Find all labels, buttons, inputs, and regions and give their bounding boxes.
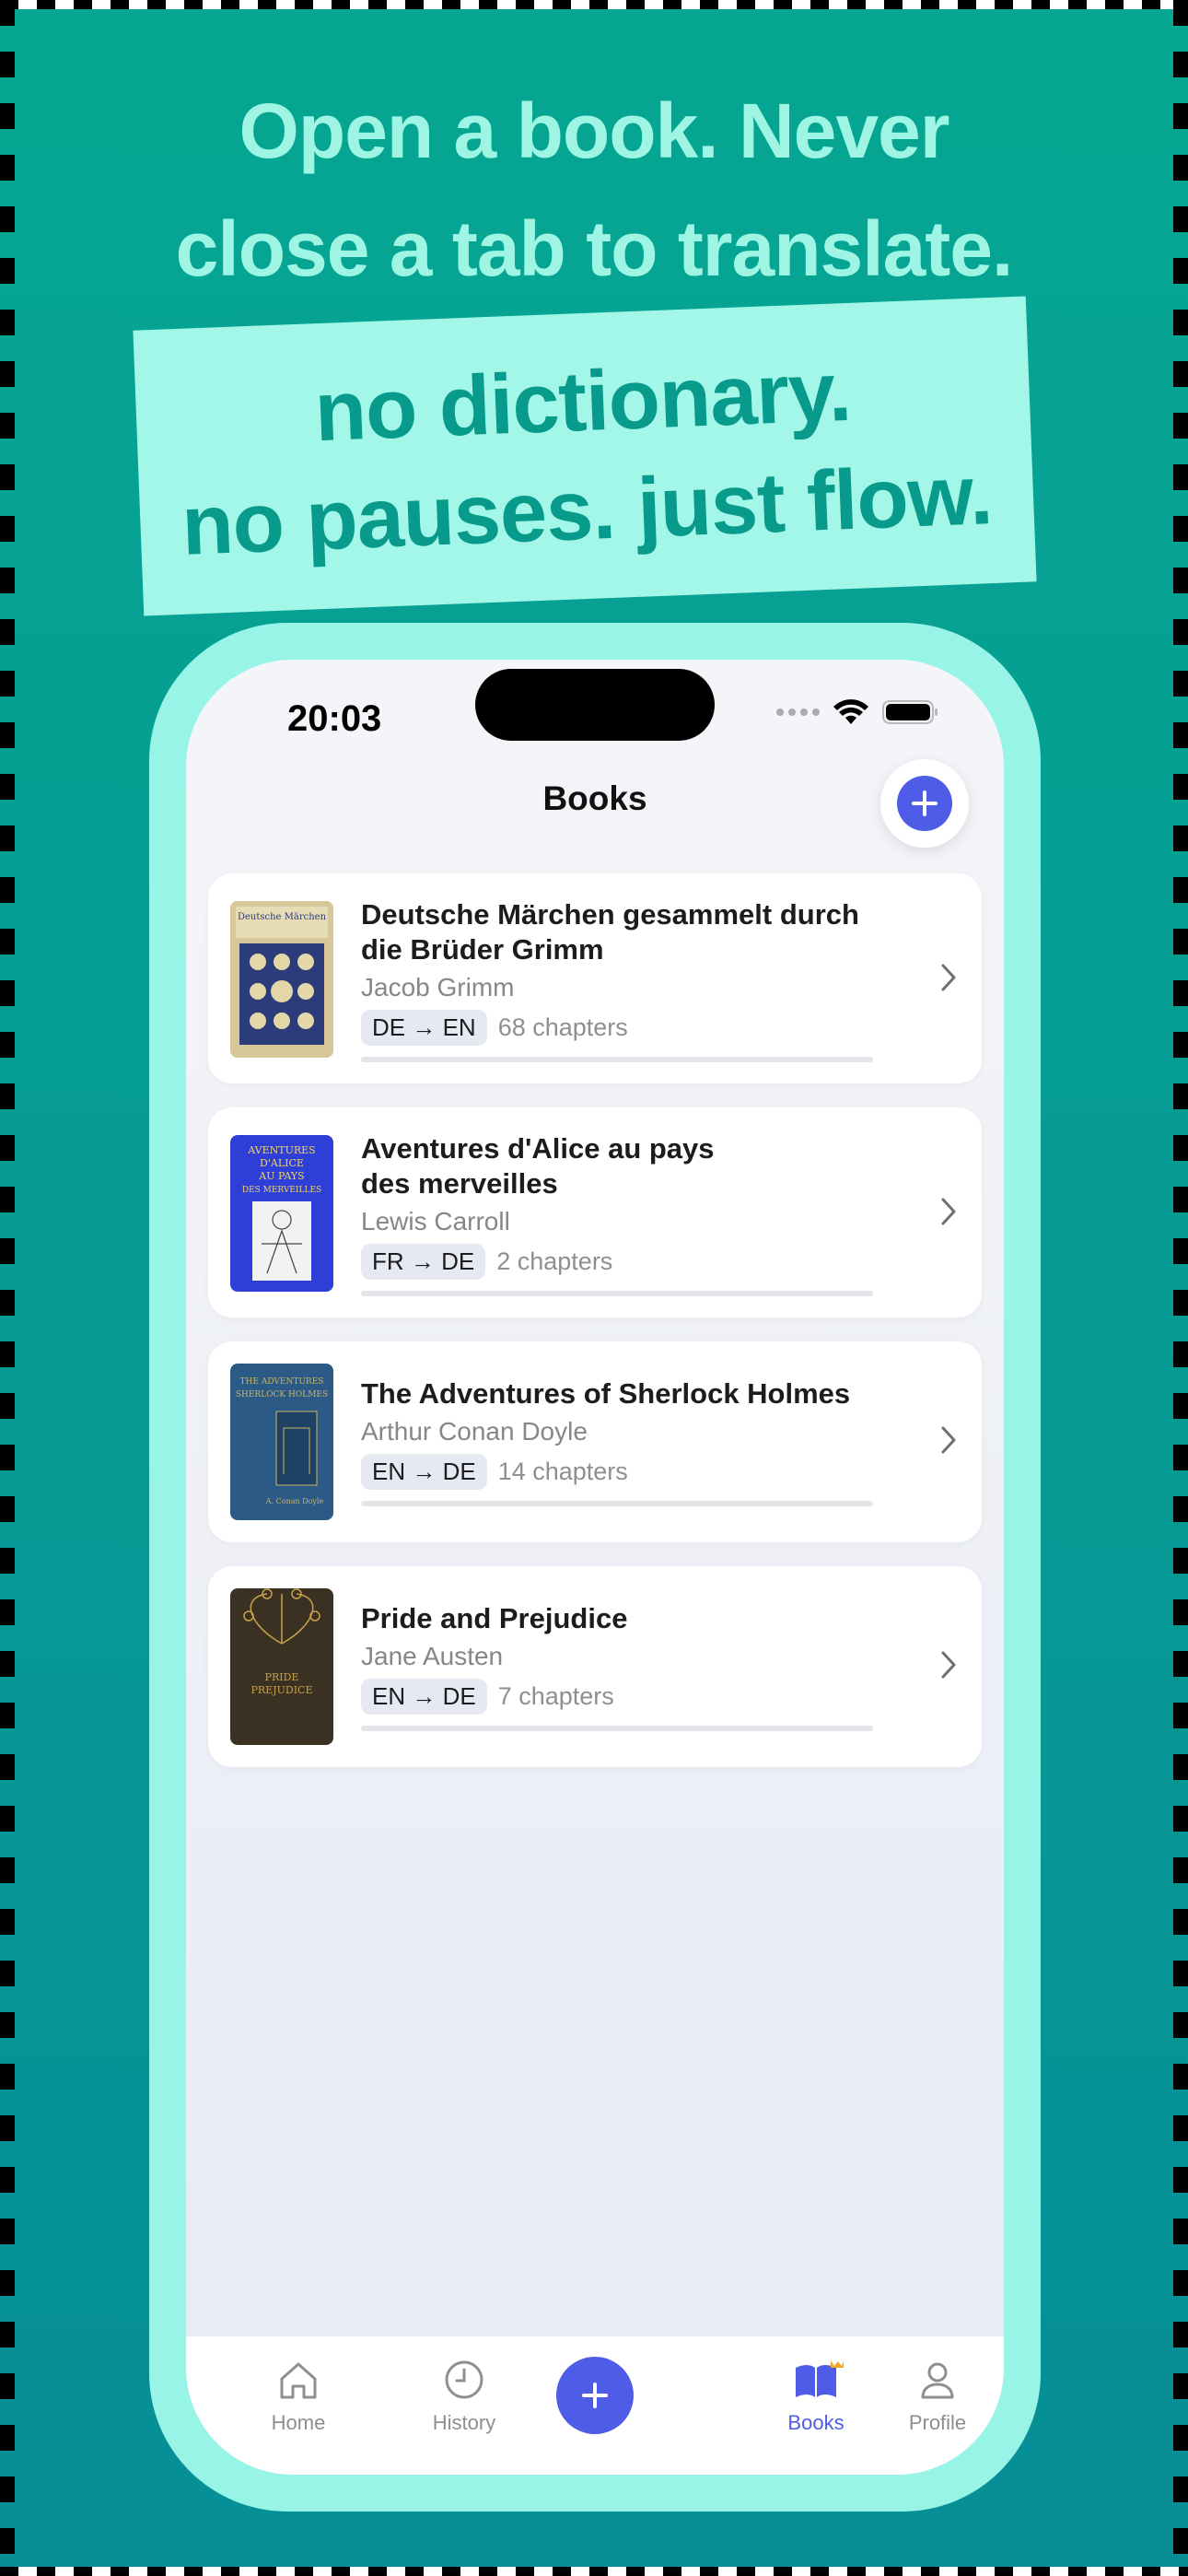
tab-books-label: Books xyxy=(787,2411,844,2434)
tab-profile-label: Profile xyxy=(908,2411,967,2434)
reading-progress-bar xyxy=(361,1726,873,1731)
svg-text:Deutsche Märchen: Deutsche Märchen xyxy=(238,912,327,922)
phone-frame: 20:03 Books Deutsche Märchen Deutsche Mä… xyxy=(149,623,1041,2512)
book-author: Jacob Grimm xyxy=(361,973,515,1001)
book-author: Jane Austen xyxy=(361,1642,504,1670)
book-title: The Adventures of Sherlock Holmes xyxy=(361,1377,851,1410)
sticker-line-2: no pauses. just flow. xyxy=(180,448,995,573)
wifi-icon xyxy=(833,699,868,724)
book-author: Lewis Carroll xyxy=(361,1207,510,1235)
border-bottom xyxy=(0,2567,1188,2576)
chevron-right-icon xyxy=(941,964,956,991)
book-title: Deutsche Märchen gesammelt durch die Brü… xyxy=(361,898,859,966)
home-icon xyxy=(280,2362,317,2399)
book-cover: PRIDE PREJUDICE xyxy=(230,1588,333,1745)
svg-text:D'ALICE: D'ALICE xyxy=(260,1157,304,1169)
tab-add-button[interactable] xyxy=(556,2357,634,2434)
border-right xyxy=(1173,0,1188,2576)
clock-icon xyxy=(445,2360,483,2399)
book-cover: THE ADVENTURES SHERLOCK HOLMES A. Conan … xyxy=(230,1364,333,1520)
reading-progress-bar xyxy=(361,1501,873,1506)
crown-icon xyxy=(831,2360,844,2368)
open-book-icon xyxy=(796,2360,844,2397)
headline-line-1: Open a book. Never xyxy=(239,88,950,174)
chapter-count: 68 chapters xyxy=(497,1013,628,1041)
book-author: Arthur Conan Doyle xyxy=(361,1417,588,1446)
svg-text:AVENTURES: AVENTURES xyxy=(247,1144,315,1156)
plus-icon xyxy=(897,776,952,831)
svg-text:A. Conan Doyle: A. Conan Doyle xyxy=(265,1497,324,1505)
book-title: Aventures d'Alice au pays des merveilles xyxy=(361,1132,715,1200)
chapter-count: 2 chapters xyxy=(496,1247,613,1275)
book-card[interactable]: PRIDE PREJUDICE Pride and Prejudice Jane… xyxy=(208,1566,982,1767)
book-card[interactable]: Deutsche Märchen Deutsche Märchen gesamm… xyxy=(208,873,982,1083)
svg-text:DES MERVEILLES: DES MERVEILLES xyxy=(242,1186,321,1195)
book-list: Deutsche Märchen Deutsche Märchen gesamm… xyxy=(208,873,982,1791)
tab-history-label: History xyxy=(432,2411,496,2434)
svg-text:AU PAYS: AU PAYS xyxy=(258,1170,304,1182)
signal-icon xyxy=(776,708,820,716)
tab-history[interactable]: History xyxy=(400,2359,529,2435)
promo-sticker: no dictionary. no pauses. just flow. xyxy=(133,296,1037,616)
tab-bar: Home History Books Profile xyxy=(186,2336,1004,2475)
book-cover: AVENTURES D'ALICE AU PAYS DES MERVEILLES xyxy=(230,1135,333,1292)
language-badge: EN → DE xyxy=(361,1454,487,1490)
reading-progress-bar xyxy=(361,1057,873,1062)
book-cover: Deutsche Märchen xyxy=(230,901,333,1058)
chapter-count: 14 chapters xyxy=(497,1458,628,1485)
book-card[interactable]: AVENTURES D'ALICE AU PAYS DES MERVEILLES… xyxy=(208,1107,982,1317)
svg-text:THE ADVENTURES: THE ADVENTURES xyxy=(240,1377,324,1387)
language-badge: EN → DE xyxy=(361,1679,487,1715)
svg-text:PRIDE: PRIDE xyxy=(265,1671,299,1683)
status-time: 20:03 xyxy=(287,698,382,739)
tab-home-label: Home xyxy=(271,2411,326,2434)
add-book-button[interactable] xyxy=(880,759,969,848)
border-top xyxy=(0,0,1188,9)
dynamic-island xyxy=(475,669,715,741)
border-left xyxy=(0,0,15,2576)
headline-line-2: close a tab to translate. xyxy=(175,205,1014,292)
battery-icon xyxy=(882,700,938,724)
tab-profile[interactable]: Profile xyxy=(891,2359,984,2435)
svg-text:PREJUDICE: PREJUDICE xyxy=(250,1684,312,1696)
language-badge: FR → DE xyxy=(361,1244,486,1280)
phone-screen: 20:03 Books Deutsche Märchen Deutsche Mä… xyxy=(186,660,1004,2475)
sticker-line-1: no dictionary. xyxy=(312,344,853,460)
svg-text:SHERLOCK HOLMES: SHERLOCK HOLMES xyxy=(236,1390,328,1399)
tab-books[interactable]: Books xyxy=(751,2359,880,2435)
chevron-right-icon xyxy=(941,1426,956,1454)
chevron-right-icon xyxy=(941,1651,956,1679)
promo-headline: Open a book. Never close a tab to transl… xyxy=(0,72,1188,308)
language-badge: DE → EN xyxy=(361,1010,487,1046)
person-icon xyxy=(921,2362,954,2399)
status-icons xyxy=(776,698,939,726)
chapter-count: 7 chapters xyxy=(497,1682,614,1710)
reading-progress-bar xyxy=(361,1291,873,1296)
tab-home[interactable]: Home xyxy=(234,2359,363,2435)
chevron-right-icon xyxy=(941,1198,956,1225)
plus-icon xyxy=(582,2383,608,2408)
book-card[interactable]: THE ADVENTURES SHERLOCK HOLMES A. Conan … xyxy=(208,1341,982,1542)
book-title: Pride and Prejudice xyxy=(361,1602,628,1634)
